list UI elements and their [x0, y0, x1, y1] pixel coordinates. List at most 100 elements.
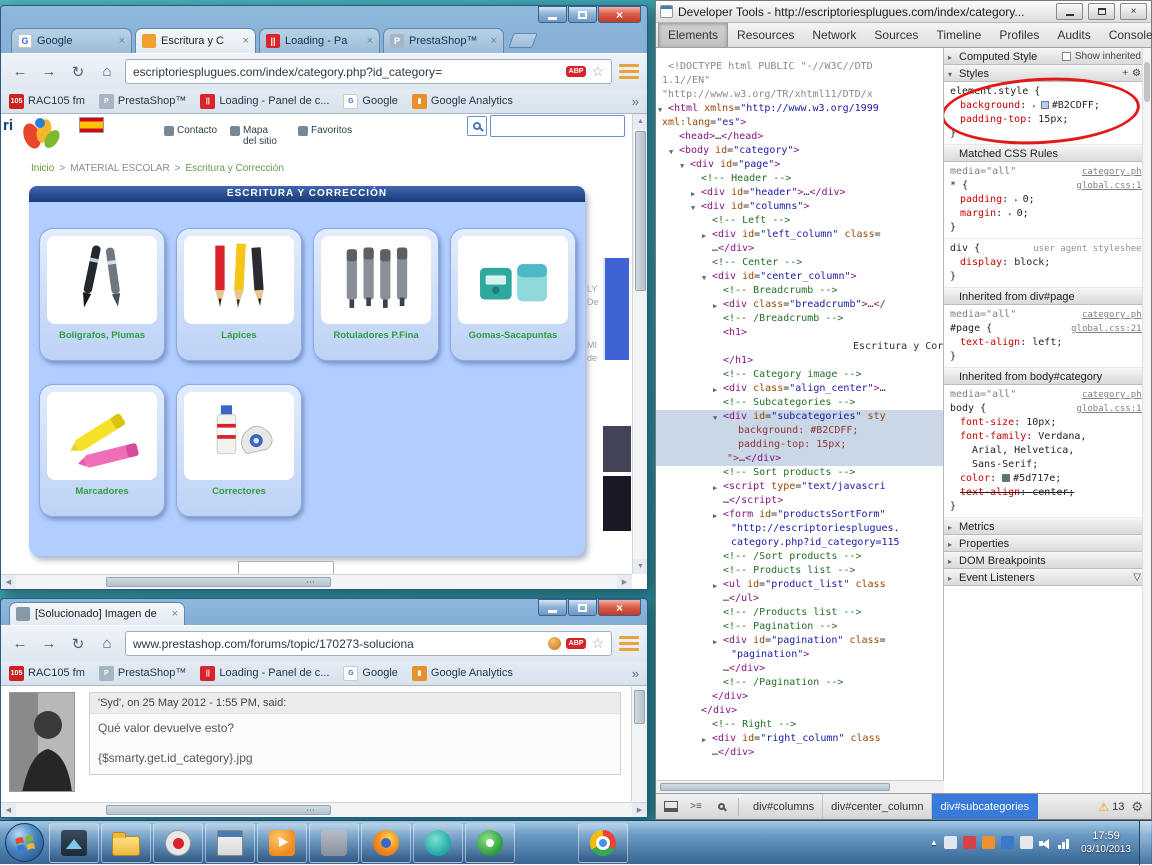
dom-tree-node[interactable]: ▶<div id="pagination" class=: [656, 634, 943, 648]
css-rule[interactable]: category.phpmedia="all"global.css:219#pa…: [944, 305, 1151, 368]
dom-tree-node[interactable]: <!-- Breadcrumb -->: [656, 284, 943, 298]
adblock-icon[interactable]: ABP: [566, 638, 587, 649]
page-horizontal-scrollbar[interactable]: ◀ ▶: [1, 574, 632, 589]
minimize-button[interactable]: [538, 6, 567, 23]
breadcrumb[interactable]: Inicio > MATERIAL ESCOLAR > Escritura y …: [31, 163, 284, 174]
dom-tree-node[interactable]: <!-- Center -->: [656, 256, 943, 270]
dom-tree-node[interactable]: <head>…</head>: [656, 130, 943, 144]
dom-tree-node[interactable]: <!-- Pagination -->: [656, 620, 943, 634]
browser-tab[interactable]: [Solucionado] Imagen de ×: [9, 602, 185, 625]
stylesheet-link[interactable]: global.css:15: [1077, 402, 1147, 416]
expand-arrow-icon[interactable]: ▶: [691, 187, 695, 201]
dom-tree-node[interactable]: <!-- /Breadcrumb -->: [656, 312, 943, 326]
css-property[interactable]: text-align: left;: [950, 336, 1147, 350]
scrollbar-thumb[interactable]: [106, 805, 331, 815]
expand-arrow-icon[interactable]: ▶: [713, 299, 717, 313]
taskbar-app-chat-green[interactable]: [413, 823, 463, 863]
tree-horizontal-scrollbar[interactable]: [656, 780, 944, 793]
stylesheet-link[interactable]: category.php: [1082, 308, 1147, 322]
site-nav-favoritos[interactable]: Favoritos: [298, 125, 356, 136]
show-desktop-button[interactable]: [1139, 821, 1151, 865]
devtools-tab-network[interactable]: Network: [803, 23, 865, 47]
dom-tree-node[interactable]: </div>: [656, 704, 943, 718]
scrollbar-thumb[interactable]: [1144, 62, 1150, 102]
dom-tree-node[interactable]: "http://www.w3.org/TR/xhtml11/DTD/x: [656, 88, 943, 102]
styles-section-computed-style[interactable]: ▸Computed StyleShow inherited: [944, 48, 1151, 65]
dom-tree-node[interactable]: ▶<div class="align_center">…: [656, 382, 943, 396]
expand-arrow-icon[interactable]: ▶: [713, 383, 717, 397]
dock-side-icon[interactable]: [660, 797, 682, 817]
tray-icon-1[interactable]: [944, 836, 957, 849]
section-arrow-icon[interactable]: ▸: [948, 554, 952, 570]
tray-network[interactable]: [1058, 837, 1069, 849]
expand-arrow-icon[interactable]: ▶: [702, 733, 706, 747]
dom-tree-node[interactable]: ▶<div id="left_column" class=: [656, 228, 943, 242]
css-rule[interactable]: user agent stylesheetdiv {display: block…: [944, 239, 1151, 288]
dom-tree-node[interactable]: 1.1//EN": [656, 74, 943, 88]
bookmark-google[interactable]: GGoogle: [343, 666, 397, 681]
devtools-tab-audits[interactable]: Audits: [1048, 23, 1099, 47]
spain-flag-icon[interactable]: [79, 117, 104, 133]
css-rule[interactable]: category.phpmedia="all"global.css:15body…: [944, 385, 1151, 518]
styles-vertical-scrollbar[interactable]: [1142, 48, 1151, 793]
tab-close-icon[interactable]: ×: [243, 35, 249, 47]
scroll-left-icon[interactable]: ◀: [1, 575, 16, 589]
page-horizontal-scrollbar[interactable]: ◀ ▶: [1, 802, 647, 817]
bookmarks-overflow-chevron[interactable]: »: [632, 666, 639, 681]
dom-tree-node[interactable]: ▶<div id="right_column" class: [656, 732, 943, 746]
adblock-icon[interactable]: ABP: [566, 66, 587, 77]
taskbar-app-player-green[interactable]: [465, 823, 515, 863]
category-card-correctores[interactable]: Correctores: [176, 384, 302, 517]
start-button[interactable]: [5, 823, 44, 862]
addressbar-extension-icon[interactable]: [548, 637, 561, 650]
dom-tree-node[interactable]: <!-- Sort products -->: [656, 466, 943, 480]
tab-close-icon[interactable]: ×: [491, 35, 497, 47]
dom-tree-node[interactable]: "http://escriptoriesplugues.: [656, 522, 943, 536]
devtools-titlebar[interactable]: Developer Tools - http://escriptoriesplu…: [656, 1, 1151, 23]
bookmarks-overflow-chevron[interactable]: »: [632, 94, 639, 109]
scroll-right-icon[interactable]: ▶: [632, 803, 647, 817]
styles-gear-icon[interactable]: ⚙: [1132, 66, 1141, 82]
bookmark-google-analytics[interactable]: ▮Google Analytics: [412, 94, 513, 109]
section-arrow-icon[interactable]: ▸: [948, 50, 952, 66]
window-titlebar[interactable]: ×: [1, 6, 647, 26]
scrollbar-thumb[interactable]: [660, 783, 890, 791]
devtools-tab-sources[interactable]: Sources: [865, 23, 927, 47]
breadcrumb-home[interactable]: Inicio: [31, 163, 54, 174]
dom-tree-node[interactable]: ▼<div id="subcategories" sty: [656, 410, 943, 424]
section-arrow-icon[interactable]: ▸: [948, 537, 952, 553]
site-logo-icon[interactable]: [18, 114, 64, 159]
tray-icon-2[interactable]: [963, 836, 976, 849]
site-nav-contacto[interactable]: Contacto: [164, 125, 222, 136]
search-icon[interactable]: [710, 797, 732, 817]
expand-arrow-icon[interactable]: ▶: [713, 481, 717, 495]
reload-button[interactable]: ↻: [67, 632, 89, 656]
styles-section-properties[interactable]: ▸Properties: [944, 535, 1151, 552]
search-input[interactable]: [490, 115, 625, 137]
search-button[interactable]: [467, 116, 487, 136]
scrollbar-thumb[interactable]: [635, 131, 646, 291]
taskbar-app-utility[interactable]: [309, 823, 359, 863]
devtools-tab-profiles[interactable]: Profiles: [990, 23, 1048, 47]
styles-section-inherited-from-body-category[interactable]: Inherited from body#category: [944, 368, 1151, 385]
taskbar-app-media-orange[interactable]: [257, 823, 307, 863]
menu-button[interactable]: [619, 636, 639, 651]
dom-tree-node[interactable]: ▼<div id="columns">: [656, 200, 943, 214]
taskbar-app-firefox[interactable]: [361, 823, 411, 863]
taskbar-app-chrome[interactable]: [578, 823, 628, 863]
css-rule[interactable]: element.style {background: ▸ #B2CDFF;pad…: [944, 82, 1151, 145]
back-button[interactable]: ←: [9, 632, 31, 656]
browser-tab[interactable]: GGoogle×: [11, 28, 132, 53]
stylesheet-link[interactable]: global.css:11: [1077, 179, 1147, 193]
tray-volume[interactable]: [1039, 837, 1052, 849]
breadcrumb-level1[interactable]: MATERIAL ESCOLAR: [70, 163, 169, 174]
styles-section-styles[interactable]: ▾Styles+⚙: [944, 65, 1151, 82]
collapse-arrow-icon[interactable]: ▼: [669, 145, 673, 159]
dom-tree-node[interactable]: …</div>: [656, 242, 943, 256]
settings-gear-icon[interactable]: ⚙: [1131, 799, 1143, 815]
home-button[interactable]: ⌂: [96, 632, 118, 656]
expand-arrow-icon[interactable]: ▶: [713, 509, 717, 523]
forward-button[interactable]: →: [38, 632, 60, 656]
maximize-button[interactable]: [568, 599, 597, 616]
dom-tree-node[interactable]: xml:lang="es">: [656, 116, 943, 130]
